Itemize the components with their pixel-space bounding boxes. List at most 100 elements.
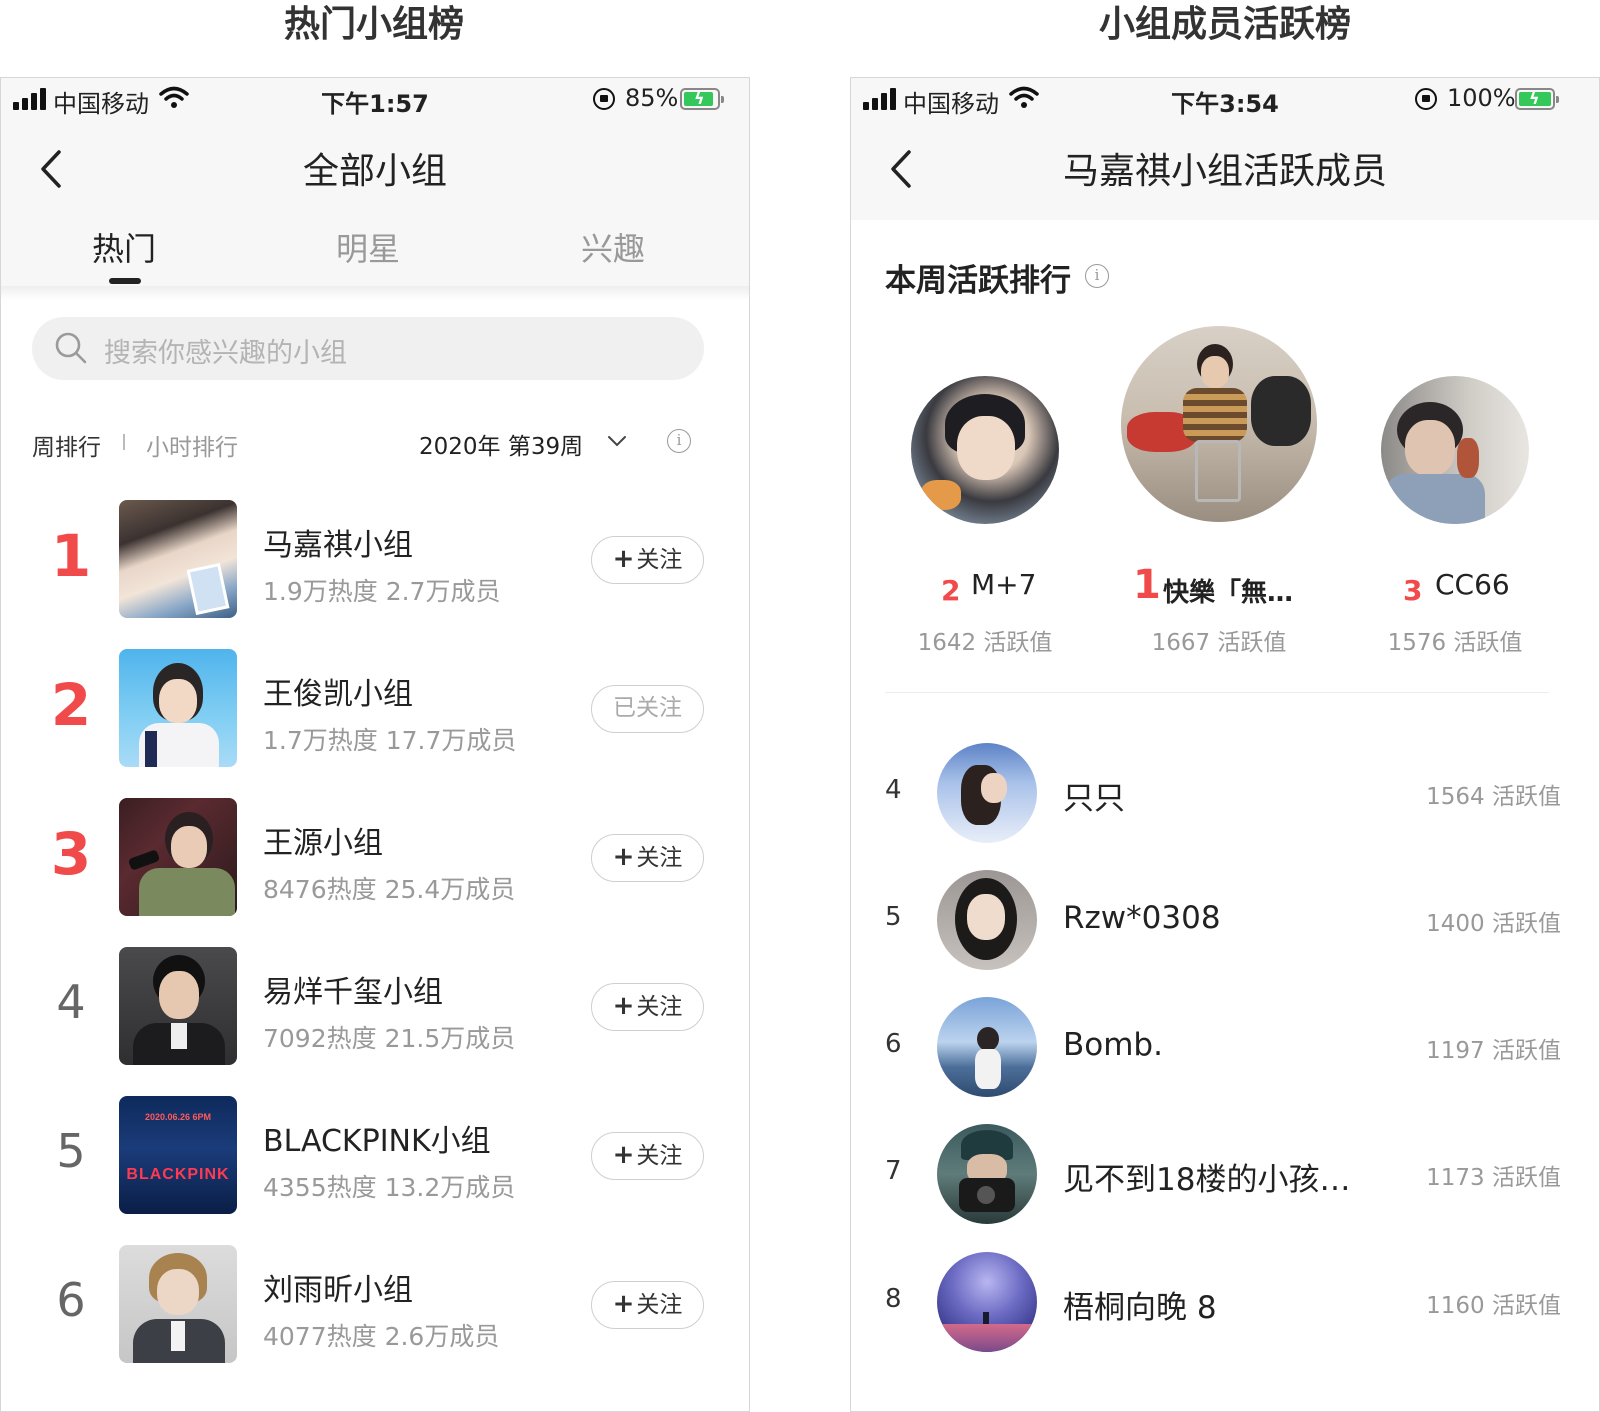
- follow-label: 关注: [636, 1143, 683, 1169]
- group-avatar: [119, 798, 237, 916]
- plus-icon: +: [612, 842, 635, 872]
- group-rank: 1: [50, 522, 92, 590]
- group-name: 刘雨昕小组: [263, 1273, 413, 1308]
- member-rank: 5: [885, 902, 902, 932]
- group-rank: 5: [56, 1124, 86, 1178]
- caption-member-activity: 小组成员活跃榜: [1098, 4, 1351, 45]
- info-icon[interactable]: i: [1085, 264, 1109, 288]
- tab-interests[interactable]: 兴趣: [533, 224, 693, 270]
- member-row[interactable]: 4 只只 1564 活跃值: [851, 743, 1599, 843]
- member-name: 见不到18楼的小孩…: [1063, 1162, 1351, 1198]
- orientation-lock-icon: [1415, 88, 1437, 110]
- follow-button[interactable]: +关注: [591, 834, 704, 882]
- group-stats: 1.9万热度 2.7万成员: [263, 577, 501, 606]
- category-tabs: 热门 明星 兴趣: [1, 220, 749, 286]
- member-avatar: [937, 997, 1037, 1097]
- podium-name[interactable]: 快樂「無…: [1163, 572, 1293, 609]
- group-row[interactable]: 6 刘雨昕小组 4077热度 2.6万成员 +关注: [1, 1245, 749, 1375]
- battery-percent: 85%: [625, 84, 679, 112]
- group-row[interactable]: 2 王俊凯小组 1.7万热度 17.7万成员 已关注: [1, 649, 749, 779]
- group-name: BLACKPINK小组: [263, 1124, 491, 1159]
- group-rank: 4: [56, 975, 86, 1029]
- weekly-ranking-toggle[interactable]: 周排行: [32, 428, 101, 462]
- group-avatar: [119, 500, 237, 618]
- podium-score: 1576 活跃值: [1387, 630, 1523, 656]
- member-row[interactable]: 6 Bomb. 1197 活跃值: [851, 997, 1599, 1097]
- member-score: 1197 活跃值: [1426, 1038, 1561, 1064]
- group-avatar: [119, 947, 237, 1065]
- member-rank: 8: [885, 1284, 902, 1314]
- group-stats: 7092热度 21.5万成员: [263, 1024, 516, 1053]
- battery-icon: ϟ: [680, 88, 724, 110]
- podium-divider: [885, 692, 1549, 693]
- plus-icon: +: [612, 544, 635, 574]
- member-name: Bomb.: [1063, 1027, 1163, 1063]
- member-score: 1400 活跃值: [1426, 911, 1561, 937]
- member-row[interactable]: 7 见不到18楼的小孩… 1173 活跃值: [851, 1124, 1599, 1224]
- follow-label: 关注: [636, 994, 683, 1020]
- phone-screen-member-activity: 中国移动 下午3:54 100% ϟ 马嘉祺小组活跃成员 本周活跃排行 i 2 …: [850, 77, 1600, 1412]
- podium-name[interactable]: M+7: [971, 568, 1036, 601]
- group-avatar: 2020.06.26 6PM BLACKPINK: [119, 1096, 237, 1214]
- search-input[interactable]: 搜索你感兴趣的小组: [32, 317, 704, 380]
- group-rank: 6: [56, 1273, 86, 1327]
- nav-bar: 马嘉祺小组活跃成员: [851, 120, 1599, 220]
- chevron-down-icon[interactable]: [607, 434, 627, 448]
- caption-hot-groups: 热门小组榜: [283, 4, 464, 45]
- group-name: 王俊凯小组: [263, 677, 413, 712]
- follow-button[interactable]: +关注: [591, 1281, 704, 1329]
- group-row[interactable]: 4 易烊千玺小组 7092热度 21.5万成员 +关注: [1, 947, 749, 1077]
- group-stats: 4355热度 13.2万成员: [263, 1173, 516, 1202]
- member-score: 1173 活跃值: [1426, 1165, 1561, 1191]
- podium-avatar[interactable]: [1381, 376, 1529, 524]
- weekly-activity-title: 本周活跃排行: [885, 263, 1071, 299]
- member-avatar: [937, 870, 1037, 970]
- group-name: 易烊千玺小组: [263, 975, 443, 1010]
- member-row[interactable]: 5 Rzw*0308 1400 活跃值: [851, 870, 1599, 970]
- poster-brand: BLACKPINK: [126, 1166, 230, 1183]
- member-avatar: [937, 1124, 1037, 1224]
- active-tab-indicator: [109, 278, 141, 284]
- group-stats: 8476热度 25.4万成员: [263, 875, 516, 904]
- podium-rank: 3: [1403, 574, 1423, 607]
- battery-icon: ϟ: [1515, 88, 1559, 110]
- hourly-ranking-toggle[interactable]: 小时排行: [146, 428, 238, 462]
- follow-button[interactable]: +关注: [591, 536, 704, 584]
- page-title: 全部小组: [302, 151, 447, 192]
- week-selector[interactable]: 2020年 第39周: [419, 427, 583, 461]
- member-score: 1564 活跃值: [1426, 784, 1561, 810]
- ranking-separator: [123, 434, 125, 450]
- followed-button[interactable]: 已关注: [591, 685, 704, 733]
- member-rank: 7: [885, 1156, 902, 1186]
- group-row[interactable]: 1 马嘉祺小组 1.9万热度 2.7万成员 +关注: [1, 500, 749, 630]
- group-name: 马嘉祺小组: [263, 528, 413, 563]
- battery-percent: 100%: [1447, 84, 1516, 112]
- member-rank: 4: [885, 775, 902, 805]
- podium-avatar[interactable]: [1121, 326, 1317, 522]
- member-name: 梧桐向晚 8: [1063, 1290, 1217, 1326]
- group-row[interactable]: 5 2020.06.26 6PM BLACKPINK BLACKPINK小组 4…: [1, 1096, 749, 1226]
- group-stats: 4077热度 2.6万成员: [263, 1322, 500, 1351]
- podium-name[interactable]: CC66: [1435, 568, 1510, 601]
- plus-icon: +: [612, 1289, 635, 1319]
- member-rank: 6: [885, 1029, 902, 1059]
- group-row[interactable]: 3 王源小组 8476热度 25.4万成员 +关注: [1, 798, 749, 928]
- follow-button[interactable]: +关注: [591, 1132, 704, 1180]
- follow-button[interactable]: +关注: [591, 983, 704, 1031]
- page-title: 马嘉祺小组活跃成员: [1062, 151, 1387, 192]
- podium-score: 1642 活跃值: [917, 630, 1053, 656]
- tabs-divider: [1, 286, 749, 300]
- group-rank: 2: [50, 671, 92, 739]
- follow-label: 关注: [636, 1292, 683, 1318]
- group-name: 王源小组: [263, 826, 383, 861]
- group-avatar: [119, 649, 237, 767]
- status-bar: 中国移动 下午3:54 100% ϟ: [851, 78, 1599, 120]
- tab-hot[interactable]: 热门: [44, 224, 204, 270]
- member-row[interactable]: 8 梧桐向晚 8 1160 活跃值: [851, 1252, 1599, 1352]
- group-stats: 1.7万热度 17.7万成员: [263, 726, 517, 755]
- status-bar: 中国移动 下午1:57 85% ϟ: [1, 78, 749, 120]
- info-icon[interactable]: i: [667, 429, 691, 453]
- tab-stars[interactable]: 明星: [288, 224, 448, 270]
- group-rank: 3: [50, 820, 92, 888]
- podium-avatar[interactable]: [911, 376, 1059, 524]
